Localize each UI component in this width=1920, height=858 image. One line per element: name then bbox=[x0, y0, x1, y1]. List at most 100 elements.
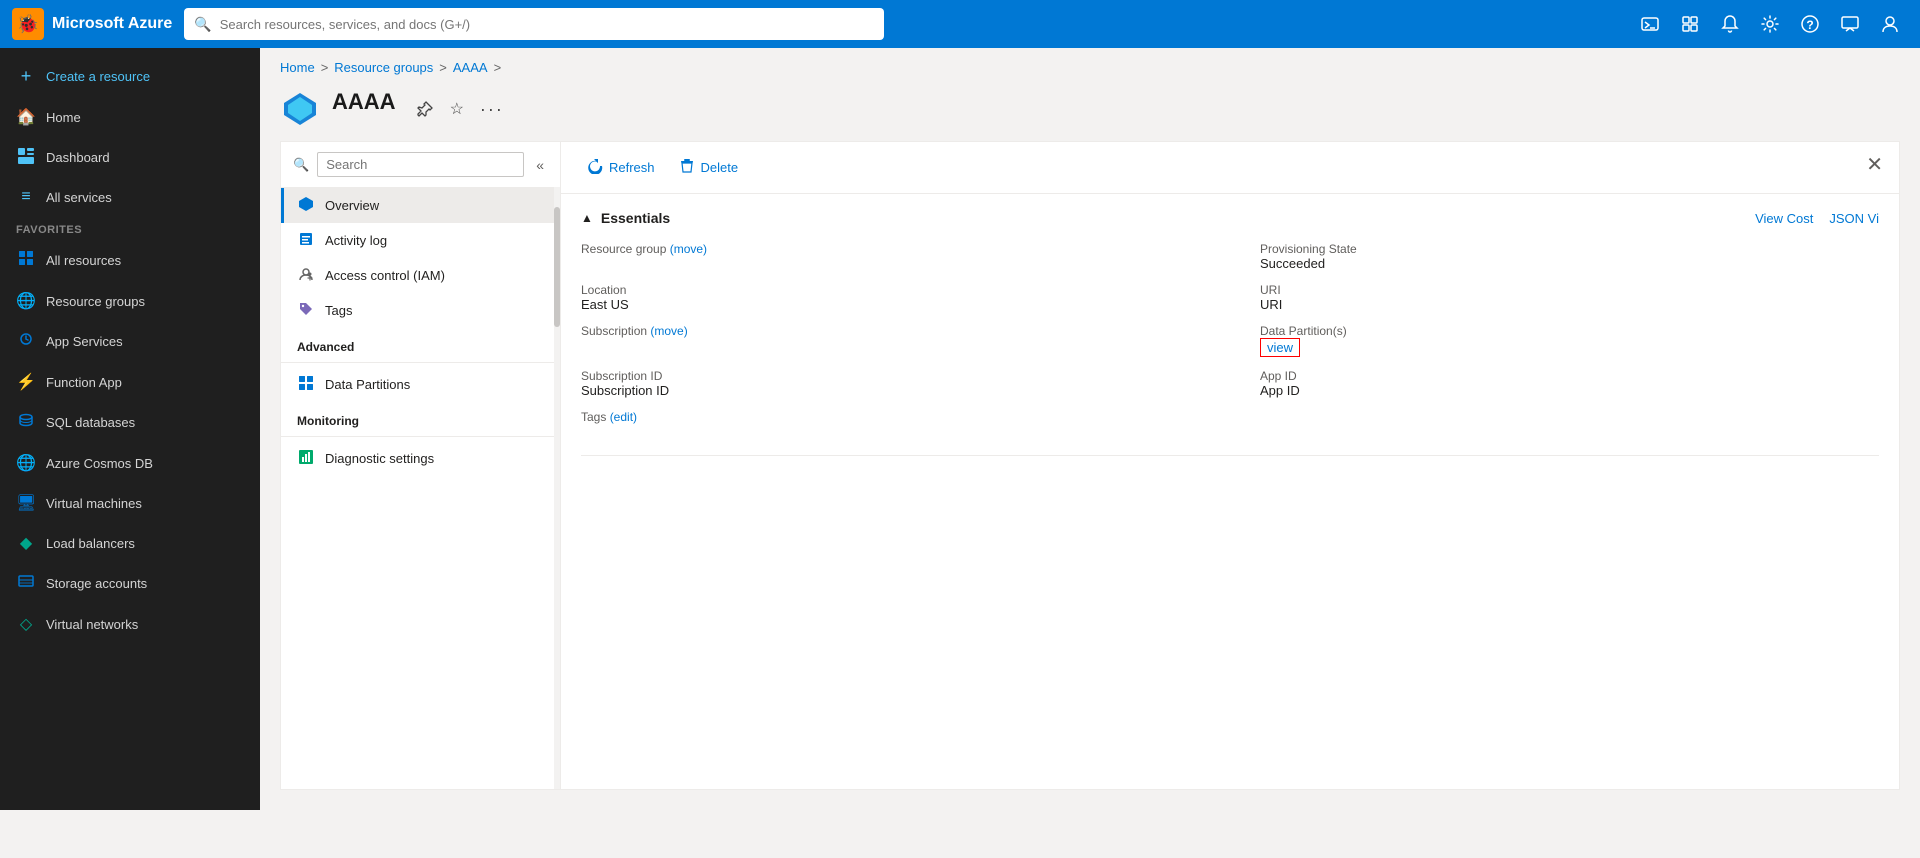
sidebar-item-resource-groups[interactable]: 🌐 Resource groups bbox=[0, 281, 260, 321]
resource-nav-collapse-button[interactable]: « bbox=[532, 153, 548, 177]
delete-label: Delete bbox=[701, 160, 739, 175]
breadcrumb-resource-groups[interactable]: Resource groups bbox=[334, 60, 433, 75]
global-search-bar[interactable]: 🔍 bbox=[184, 8, 884, 40]
sidebar-item-storage-accounts[interactable]: Storage accounts bbox=[0, 563, 260, 604]
sidebar-item-all-services[interactable]: ≡ All services bbox=[0, 178, 260, 216]
settings-button[interactable] bbox=[1752, 8, 1788, 40]
virtual-machines-icon: 🖥 bbox=[16, 493, 36, 513]
global-search-input[interactable] bbox=[220, 17, 875, 32]
data-partitions-view-link[interactable]: view bbox=[1260, 338, 1300, 357]
activity-log-label: Activity log bbox=[325, 233, 387, 248]
sidebar-item-create-resource[interactable]: + Create a resource bbox=[0, 56, 260, 97]
data-partitions-label: Data Partitions bbox=[325, 377, 410, 392]
sidebar-item-load-balancers[interactable]: ◆ Load balancers bbox=[0, 523, 260, 563]
essentials-item-tags: Tags (edit) bbox=[581, 410, 1879, 439]
breadcrumb: Home > Resource groups > AAAA > bbox=[260, 48, 1920, 81]
azure-cosmos-db-icon: 🌐 bbox=[16, 453, 36, 473]
sidebar-item-virtual-networks[interactable]: ◇ Virtual networks bbox=[0, 604, 260, 644]
sidebar-item-data-partitions[interactable]: Data Partitions bbox=[281, 367, 560, 402]
data-partitions-value: view bbox=[1260, 338, 1879, 357]
delete-button[interactable]: Delete bbox=[669, 152, 749, 183]
provisioning-state-value: Succeeded bbox=[1260, 256, 1879, 271]
essentials-divider bbox=[581, 455, 1879, 456]
resource-header-actions: ☆ ··· bbox=[412, 95, 508, 124]
uri-label: URI bbox=[1260, 283, 1879, 297]
data-partitions-label: Data Partition(s) bbox=[1260, 324, 1879, 338]
tags-label: Tags bbox=[325, 303, 352, 318]
sidebar-item-diagnostic-settings[interactable]: Diagnostic settings bbox=[281, 441, 560, 476]
essentials-item-subscription: Subscription (move) bbox=[581, 324, 1200, 357]
sidebar-item-storage-accounts-label: Storage accounts bbox=[46, 576, 147, 591]
resource-nav-scrollbar[interactable] bbox=[554, 187, 560, 789]
essentials-actions: View Cost JSON Vi bbox=[1755, 211, 1879, 226]
detail-toolbar: Refresh Delete bbox=[561, 142, 1899, 194]
resource-header: AAAA ☆ ··· bbox=[260, 81, 1920, 141]
resource-nav-scrollbar-thumb[interactable] bbox=[554, 207, 560, 327]
close-button[interactable]: ✕ bbox=[1866, 152, 1883, 177]
refresh-button[interactable]: Refresh bbox=[577, 152, 665, 183]
essentials-collapse-icon[interactable]: ▲ bbox=[581, 211, 593, 225]
sidebar-item-virtual-machines[interactable]: 🖥 Virtual machines bbox=[0, 483, 260, 523]
resource-group-move-link[interactable]: (move) bbox=[670, 242, 707, 256]
function-app-icon: ⚡ bbox=[16, 372, 36, 392]
sidebar-item-access-control[interactable]: Access control (IAM) bbox=[281, 258, 560, 293]
sidebar-item-azure-cosmos-db[interactable]: 🌐 Azure Cosmos DB bbox=[0, 443, 260, 483]
tags-edit-link[interactable]: (edit) bbox=[610, 410, 637, 424]
sidebar-item-activity-log[interactable]: Activity log bbox=[281, 223, 560, 258]
sidebar-item-home[interactable]: 🏠 Home bbox=[0, 97, 260, 137]
help-button[interactable]: ? bbox=[1792, 8, 1828, 40]
sidebar-item-app-services[interactable]: App Services bbox=[0, 321, 260, 362]
essentials-grid: Resource group (move) Provisioning State… bbox=[581, 242, 1879, 398]
notifications-button[interactable] bbox=[1712, 8, 1748, 40]
profile-button[interactable] bbox=[1872, 8, 1908, 40]
nav-icons: ? bbox=[1632, 8, 1908, 40]
cloud-shell-button[interactable] bbox=[1632, 8, 1668, 40]
favorite-button[interactable]: ☆ bbox=[446, 95, 468, 123]
sidebar-item-all-services-label: All services bbox=[46, 190, 112, 205]
sidebar-item-tags[interactable]: Tags bbox=[281, 293, 560, 328]
view-cost-link[interactable]: View Cost bbox=[1755, 211, 1813, 226]
home-icon: 🏠 bbox=[16, 107, 36, 127]
breadcrumb-chevron: > bbox=[494, 60, 502, 75]
resource-subtitle bbox=[332, 115, 396, 129]
refresh-label: Refresh bbox=[609, 160, 655, 175]
sidebar-item-overview[interactable]: Overview bbox=[281, 188, 560, 223]
main-layout: + Create a resource 🏠 Home Dashboard ≡ A… bbox=[0, 48, 1920, 810]
json-view-link[interactable]: JSON Vi bbox=[1829, 211, 1879, 226]
favorites-label: FAVORITES bbox=[0, 216, 260, 240]
sidebar-item-all-resources[interactable]: All resources bbox=[0, 240, 260, 281]
advanced-divider bbox=[281, 362, 560, 363]
monitoring-divider bbox=[281, 436, 560, 437]
resource-nav-search: 🔍 « bbox=[281, 142, 560, 188]
feedback-button[interactable] bbox=[1832, 8, 1868, 40]
app-id-label: App ID bbox=[1260, 369, 1879, 383]
essentials-item-resource-group: Resource group (move) bbox=[581, 242, 1200, 271]
virtual-networks-icon: ◇ bbox=[16, 614, 36, 634]
essentials-section: ▲ Essentials View Cost JSON Vi Resource … bbox=[561, 194, 1899, 488]
resource-search-input[interactable] bbox=[317, 152, 524, 177]
monitoring-section-label: Monitoring bbox=[281, 402, 560, 432]
portal-settings-button[interactable] bbox=[1672, 8, 1708, 40]
uri-value: URI bbox=[1260, 297, 1879, 312]
diagnostic-settings-icon bbox=[297, 449, 315, 468]
sidebar-item-function-app[interactable]: ⚡ Function App bbox=[0, 362, 260, 402]
subscription-move-link[interactable]: (move) bbox=[650, 324, 687, 338]
essentials-item-app-id: App ID App ID bbox=[1260, 369, 1879, 398]
sidebar-item-app-services-label: App Services bbox=[46, 334, 123, 349]
overview-label: Overview bbox=[325, 198, 379, 213]
breadcrumb-home[interactable]: Home bbox=[280, 60, 315, 75]
all-services-icon: ≡ bbox=[16, 188, 36, 206]
resource-type-icon bbox=[280, 89, 320, 129]
essentials-title: ▲ Essentials bbox=[581, 210, 670, 226]
subscription-id-value: Subscription ID bbox=[581, 383, 1200, 398]
more-options-button[interactable]: ··· bbox=[476, 95, 508, 124]
sidebar-item-dashboard[interactable]: Dashboard bbox=[0, 137, 260, 178]
diagnostic-settings-label: Diagnostic settings bbox=[325, 451, 434, 466]
activity-log-icon bbox=[297, 231, 315, 250]
sidebar-item-function-app-label: Function App bbox=[46, 375, 122, 390]
resource-groups-icon: 🌐 bbox=[16, 291, 36, 311]
sidebar-item-sql-databases[interactable]: SQL databases bbox=[0, 402, 260, 443]
location-value: East US bbox=[581, 297, 1200, 312]
app-id-value: App ID bbox=[1260, 383, 1879, 398]
pin-button[interactable] bbox=[412, 96, 438, 122]
